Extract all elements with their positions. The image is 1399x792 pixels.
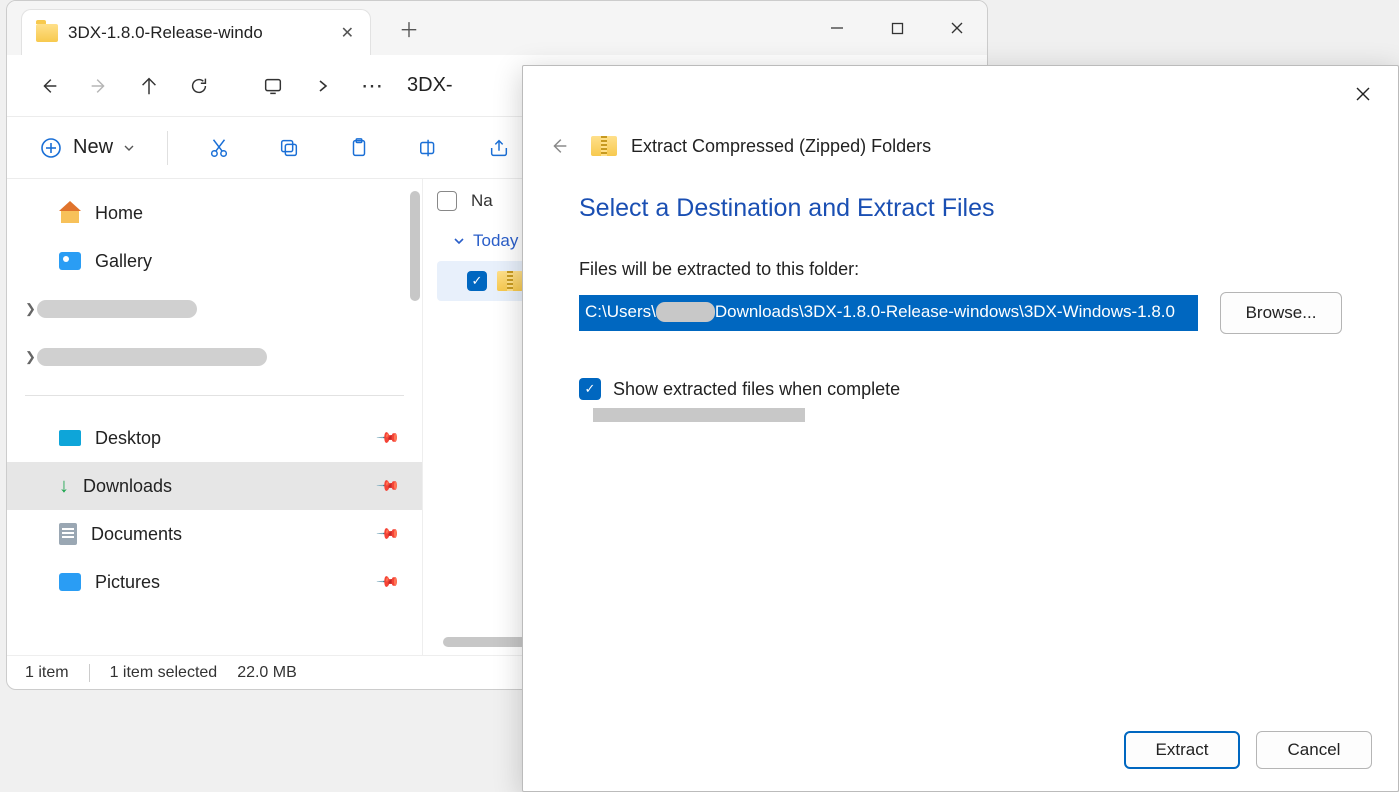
back-button[interactable]	[27, 64, 71, 108]
home-icon	[59, 203, 81, 223]
sidebar-label: Home	[95, 203, 143, 224]
breadcrumb-overflow[interactable]: ⋯	[351, 64, 395, 108]
chevron-down-icon	[453, 235, 465, 247]
column-name[interactable]: Na	[471, 191, 493, 211]
extract-button[interactable]: Extract	[1124, 731, 1240, 769]
zip-icon	[591, 136, 617, 156]
maximize-button[interactable]	[867, 6, 927, 50]
extract-dialog: Extract Compressed (Zipped) Folders Sele…	[522, 65, 1399, 792]
up-button[interactable]	[127, 64, 171, 108]
row-checkbox[interactable]: ✓	[467, 271, 487, 291]
dialog-footer: Extract Cancel	[523, 713, 1398, 791]
folder-icon	[36, 24, 58, 42]
paste-icon[interactable]	[334, 126, 384, 170]
dialog-back-button[interactable]	[541, 128, 577, 164]
tab-close-button[interactable]: ✕	[335, 19, 360, 47]
destination-row: C:\Users\xxxxxxDownloads\3DX-1.8.0-Relea…	[579, 292, 1342, 334]
dialog-titlebar: Extract Compressed (Zipped) Folders	[523, 122, 1398, 184]
path-suffix: Downloads\3DX-1.8.0-Release-windows\3DX-…	[715, 302, 1175, 322]
tab-title: 3DX-1.8.0-Release-windo	[68, 23, 263, 43]
destination-input[interactable]: C:\Users\xxxxxxDownloads\3DX-1.8.0-Relea…	[579, 295, 1198, 331]
sidebar-label: Pictures	[95, 572, 160, 593]
select-all-checkbox[interactable]	[437, 191, 457, 211]
dialog-body: Select a Destination and Extract Files F…	[523, 184, 1398, 713]
sidebar-item-redacted[interactable]: ❯	[7, 333, 422, 381]
destination-label: Files will be extracted to this folder:	[579, 259, 1342, 280]
show-files-checkbox[interactable]: ✓	[579, 378, 601, 400]
redacted-strip	[593, 408, 805, 422]
tab-active[interactable]: 3DX-1.8.0-Release-windo ✕	[21, 9, 371, 55]
redacted-label	[37, 300, 197, 318]
toolbar-separator	[167, 131, 168, 165]
group-label-text: Today	[473, 231, 518, 251]
pin-icon: 📌	[376, 425, 402, 451]
redacted-label	[37, 348, 267, 366]
sidebar-label: Downloads	[83, 476, 172, 497]
sidebar-item-downloads[interactable]: ↓ Downloads 📌	[7, 462, 422, 510]
downloads-icon: ↓	[59, 475, 69, 498]
pin-icon: 📌	[376, 569, 402, 595]
rename-icon[interactable]	[404, 126, 454, 170]
dialog-header	[523, 66, 1398, 122]
pictures-icon	[59, 573, 81, 591]
zip-icon	[497, 271, 523, 291]
dialog-heading: Select a Destination and Extract Files	[579, 194, 1342, 223]
breadcrumb-current[interactable]: 3DX-	[407, 74, 453, 97]
desktop-icon	[59, 430, 81, 446]
window-controls	[807, 6, 987, 50]
sidebar-label: Documents	[91, 524, 182, 545]
navigation-pane: Home Gallery ❯ ❯ Desktop	[7, 179, 423, 655]
status-item-count: 1 item	[25, 664, 69, 682]
documents-icon	[59, 523, 77, 545]
sidebar-item-gallery[interactable]: Gallery	[7, 237, 422, 285]
sidebar-label: Desktop	[95, 428, 161, 449]
sidebar-label: Gallery	[95, 251, 152, 272]
location-dropdown-icon[interactable]	[251, 64, 295, 108]
sidebar-item-desktop[interactable]: Desktop 📌	[7, 414, 422, 462]
minimize-button[interactable]	[807, 6, 867, 50]
cut-icon[interactable]	[194, 126, 244, 170]
show-files-row[interactable]: ✓ Show extracted files when complete	[579, 378, 1342, 400]
dialog-title: Extract Compressed (Zipped) Folders	[631, 136, 931, 157]
forward-button[interactable]	[77, 64, 121, 108]
pin-icon: 📌	[376, 473, 402, 499]
pin-icon: 📌	[376, 521, 402, 547]
browse-button[interactable]: Browse...	[1220, 292, 1342, 334]
new-button-label: New	[73, 136, 113, 159]
sidebar-divider	[25, 395, 404, 396]
refresh-button[interactable]	[177, 64, 221, 108]
new-tab-button[interactable]: ＋	[389, 8, 429, 48]
path-prefix: C:\Users\	[585, 302, 656, 322]
close-button[interactable]	[927, 6, 987, 50]
status-size: 22.0 MB	[237, 664, 297, 682]
gallery-icon	[59, 252, 81, 270]
status-selected: 1 item selected	[110, 664, 218, 682]
copy-icon[interactable]	[264, 126, 314, 170]
show-files-label: Show extracted files when complete	[613, 379, 900, 400]
dialog-close-button[interactable]	[1338, 74, 1388, 114]
sidebar-item-pictures[interactable]: Pictures 📌	[7, 558, 422, 606]
sidebar-item-home[interactable]: Home	[7, 189, 422, 237]
chevron-right-icon[interactable]: ❯	[25, 301, 36, 317]
titlebar: 3DX-1.8.0-Release-windo ✕ ＋	[7, 1, 987, 55]
status-separator	[89, 664, 90, 682]
chevron-right-icon[interactable]: ❯	[25, 349, 36, 365]
path-redacted: xxxxxx	[656, 302, 715, 322]
sidebar-item-redacted[interactable]: ❯	[7, 285, 422, 333]
new-button[interactable]: New	[25, 128, 149, 168]
breadcrumb-chevron-icon[interactable]	[301, 64, 345, 108]
sidebar-item-documents[interactable]: Documents 📌	[7, 510, 422, 558]
horizontal-scrollbar[interactable]	[443, 637, 533, 647]
share-icon[interactable]	[474, 126, 524, 170]
cancel-button[interactable]: Cancel	[1256, 731, 1372, 769]
